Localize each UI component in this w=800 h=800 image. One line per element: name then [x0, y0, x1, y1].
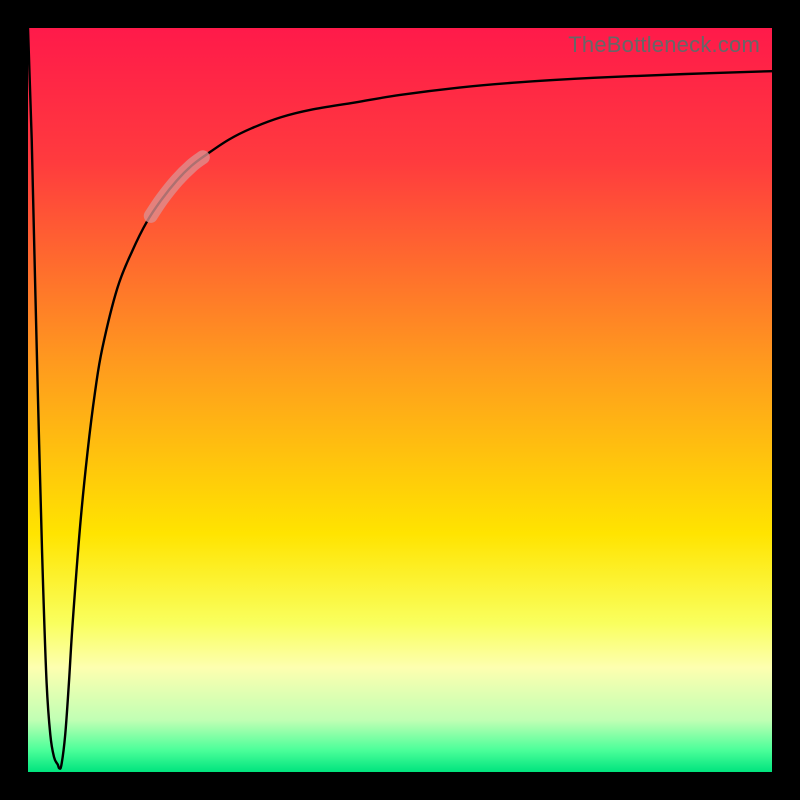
- curve-layer: [28, 28, 772, 772]
- curve-highlight-segment: [151, 157, 203, 216]
- bottleneck-curve: [28, 28, 772, 769]
- plot-area: TheBottleneck.com: [28, 28, 772, 772]
- chart-frame: TheBottleneck.com: [0, 0, 800, 800]
